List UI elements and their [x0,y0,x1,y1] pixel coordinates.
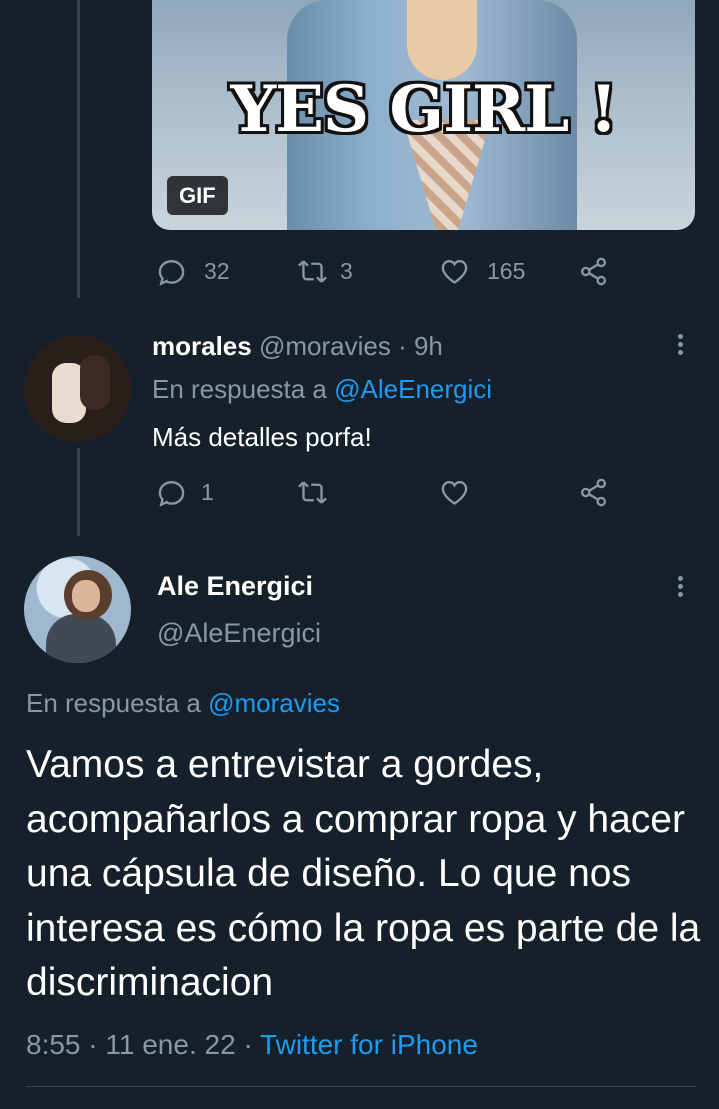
reply-context-mention[interactable]: @AleEnergici [334,374,492,404]
reply-time[interactable]: · 9h [398,331,443,361]
reply-reply-count: 1 [201,478,214,505]
avatar-photo-face [72,580,100,612]
like-icon [441,480,468,505]
main-tweet-text: Vamos a entrevistar a gordes, acompañarl… [26,743,701,1004]
reply-author-row: morales @moravies · 9h [152,331,443,362]
reply-icon [158,259,185,286]
reply-like-button[interactable] [439,472,470,512]
gif-badge: GIF [167,176,228,215]
like-count: 165 [487,257,526,284]
retweet-count: 3 [340,257,353,284]
reply-actions: 1 [152,472,622,512]
reply-count: 32 [204,257,230,284]
tweet-source[interactable]: Twitter for iPhone [260,1029,478,1060]
reply-share-button[interactable] [578,472,609,512]
meta-separator: · [88,1029,98,1060]
meta-separator: · [243,1029,253,1060]
gif-media[interactable]: YES GIRL ! GIF [152,0,695,230]
main-handle[interactable]: @AleEnergici [157,618,321,649]
reply-display-name[interactable]: morales [152,331,252,361]
retweet-button[interactable]: 3 [297,251,353,291]
gif-figure-neck [407,0,477,80]
reply-handle[interactable]: @moravies [259,331,391,361]
share-icon [580,257,607,285]
reply-context: En respuesta a @AleEnergici [152,374,492,405]
avatar-photo-person [80,355,110,410]
retweet-icon [298,480,327,504]
main-display-name[interactable]: Ale Energici [157,571,313,602]
tweet-time[interactable]: 8:55 [26,1029,81,1060]
main-more-icon[interactable] [675,573,685,603]
avatar-morales[interactable] [24,335,131,442]
reply-more-icon[interactable] [675,331,685,361]
reply-reply-button[interactable]: 1 [156,472,214,512]
thread-line-reply [77,448,80,536]
gif-caption: YES GIRL ! [230,72,617,147]
avatar-photo-body [46,614,116,663]
reply-retweet-button[interactable] [297,472,328,512]
tweet-metadata: 8:55 · 11 ene. 22 · Twitter for iPhone [26,1029,478,1061]
main-reply-context-mention[interactable]: @moravies [208,688,340,718]
reply-text: Más detalles porfa! [152,422,372,452]
tweet-actions: 32 3 165 [152,251,622,291]
reply-icon [158,480,185,507]
retweet-icon [298,259,327,283]
tweet-date[interactable]: 11 ene. 22 [105,1029,235,1060]
like-button[interactable]: 165 [439,251,525,291]
main-reply-context-prefix: En respuesta a [26,688,201,718]
share-icon [580,478,607,506]
thread-line-top [77,0,80,298]
main-reply-context: En respuesta a @moravies [26,688,340,719]
avatar-ale-energici[interactable] [24,556,131,663]
divider [26,1086,696,1087]
reply-button[interactable]: 32 [156,251,230,291]
share-button[interactable] [578,251,609,291]
reply-context-prefix: En respuesta a [152,374,327,404]
like-icon [441,259,468,284]
